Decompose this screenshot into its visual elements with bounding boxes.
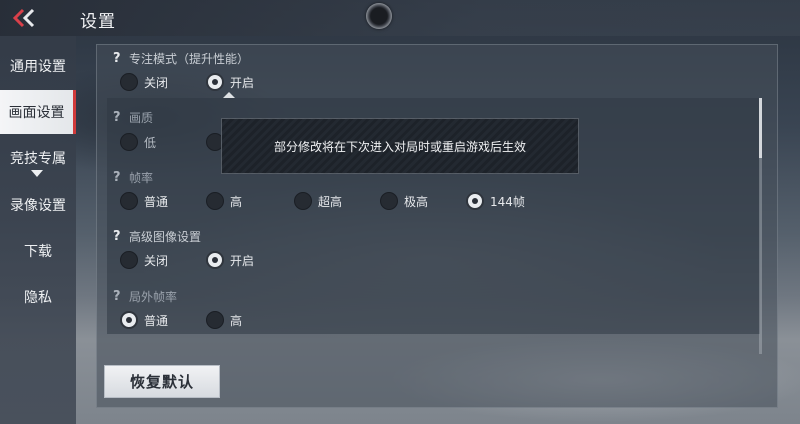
sidebar-item-label: 隐私 — [24, 290, 52, 306]
sidebar-item-general[interactable]: 通用设置 — [0, 44, 76, 88]
sidebar-item-label: 竞技专属 — [10, 151, 66, 167]
frame-rate-extreme-radio[interactable]: 极高 — [380, 192, 428, 210]
outside-frame-rate-normal-radio[interactable]: 普通 — [120, 311, 168, 329]
outside-frame-rate-label: ? 局外帧率 — [113, 289, 178, 304]
sidebar-item-label: 通用设置 — [10, 59, 66, 75]
focus-mode-label: ? 专注模式（提升性能） — [113, 51, 250, 66]
quality-low-radio[interactable]: 低 — [120, 133, 156, 151]
restore-defaults-button[interactable]: 恢复默认 — [104, 365, 220, 398]
header-bar: 设置 — [0, 0, 800, 36]
radio-dot — [120, 251, 138, 269]
focus-mode-off-radio[interactable]: 关闭 — [120, 73, 168, 91]
sidebar-item-replay[interactable]: 录像设置 — [0, 183, 76, 227]
frame-rate-normal-radio[interactable]: 普通 — [120, 192, 168, 210]
sidebar-item-label: 画面设置 — [8, 105, 65, 121]
radio-dot — [120, 73, 138, 91]
frame-rate-ultra-radio[interactable]: 超高 — [294, 192, 342, 210]
radio-dot — [380, 192, 398, 210]
sidebar-item-download[interactable]: 下载 — [0, 229, 76, 273]
sidebar-item-label: 下载 — [24, 244, 52, 260]
sidebar-item-privacy[interactable]: 隐私 — [0, 275, 76, 319]
radio-dot — [206, 251, 224, 269]
radio-dot — [206, 192, 224, 210]
frame-rate-144-radio[interactable]: 144帧 — [466, 192, 525, 210]
help-icon[interactable]: ? — [113, 229, 123, 244]
radio-dot — [120, 133, 138, 151]
sidebar: 通用设置 画面设置 竞技专属 录像设置 下载 隐私 — [0, 36, 76, 424]
radio-dot — [120, 192, 138, 210]
sidebar-item-graphics[interactable]: 画面设置 — [0, 90, 76, 134]
radio-dot — [120, 311, 138, 329]
notice-toast: 部分修改将在下次进入对局时或重启游戏后生效 — [221, 118, 579, 174]
pointer-tick-icon — [223, 92, 235, 98]
frame-rate-label: ? 帧率 — [113, 170, 154, 185]
advanced-graphics-label: ? 高级图像设置 — [113, 229, 202, 244]
frame-rate-high-radio[interactable]: 高 — [206, 192, 242, 210]
back-button[interactable] — [8, 6, 40, 30]
camera-orb-icon — [366, 3, 392, 29]
radio-dot — [466, 192, 484, 210]
radio-dot — [206, 311, 224, 329]
help-icon[interactable]: ? — [113, 110, 123, 125]
help-icon[interactable]: ? — [113, 289, 123, 304]
page-title: 设置 — [80, 12, 116, 32]
help-icon[interactable]: ? — [113, 170, 123, 185]
focus-mode-on-radio[interactable]: 开启 — [206, 73, 254, 91]
sidebar-item-label: 录像设置 — [10, 198, 66, 214]
caret-down-icon — [31, 170, 43, 177]
advanced-graphics-on-radio[interactable]: 开启 — [206, 251, 254, 269]
double-chevron-left-icon — [12, 8, 35, 28]
scrollbar-thumb[interactable] — [759, 98, 762, 158]
advanced-graphics-off-radio[interactable]: 关闭 — [120, 251, 168, 269]
toast-message: 部分修改将在下次进入对局时或重启游戏后生效 — [273, 139, 526, 154]
radio-dot — [294, 192, 312, 210]
quality-label: ? 画质 — [113, 110, 154, 125]
help-icon[interactable]: ? — [113, 51, 123, 66]
outside-frame-rate-high-radio[interactable]: 高 — [206, 311, 242, 329]
radio-dot — [206, 73, 224, 91]
